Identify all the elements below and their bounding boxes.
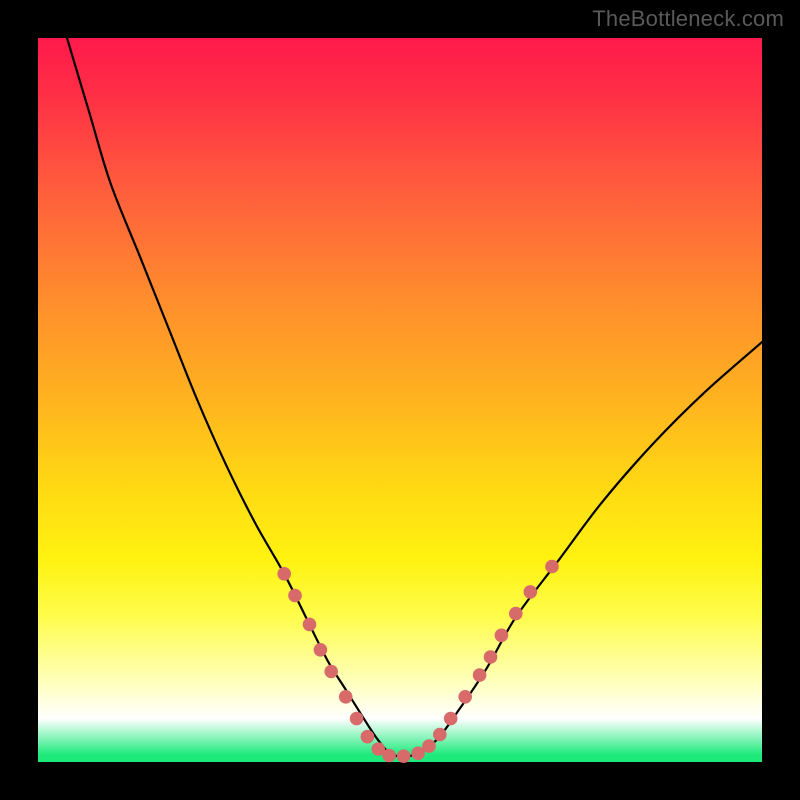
data-point bbox=[277, 567, 291, 581]
data-point bbox=[473, 668, 487, 682]
data-point bbox=[524, 585, 538, 599]
data-point bbox=[382, 749, 396, 763]
data-markers bbox=[277, 560, 558, 763]
data-point bbox=[397, 749, 411, 763]
data-point bbox=[495, 629, 509, 643]
data-point bbox=[458, 690, 472, 704]
data-point bbox=[350, 712, 364, 726]
data-point bbox=[314, 643, 328, 657]
chart-frame: TheBottleneck.com bbox=[0, 0, 800, 800]
data-point bbox=[422, 739, 436, 753]
data-point bbox=[484, 650, 498, 664]
data-point bbox=[509, 607, 523, 621]
watermark-text: TheBottleneck.com bbox=[592, 6, 784, 32]
data-point bbox=[288, 589, 302, 603]
plot-area bbox=[38, 38, 762, 762]
data-point bbox=[339, 690, 353, 704]
data-point bbox=[433, 728, 447, 742]
bottleneck-curve bbox=[67, 38, 762, 757]
data-point bbox=[324, 665, 338, 679]
data-point bbox=[361, 730, 375, 744]
data-point bbox=[545, 560, 559, 574]
data-point bbox=[303, 618, 317, 632]
curve-layer bbox=[38, 38, 762, 762]
data-point bbox=[444, 712, 458, 726]
